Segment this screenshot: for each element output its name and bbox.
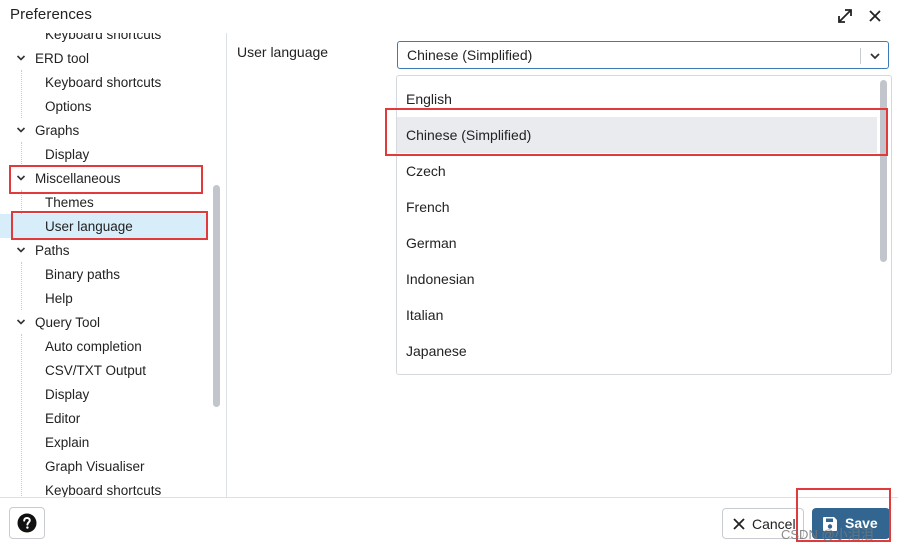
sidebar-item-label: Explain	[45, 434, 90, 450]
option-czech[interactable]: Czech	[397, 153, 877, 189]
sidebar-item-label: Paths	[35, 242, 70, 258]
close-icon	[733, 518, 745, 530]
sidebar-item-label: Miscellaneous	[35, 170, 121, 186]
chevron-down-icon[interactable]	[869, 50, 881, 62]
sidebar-scrollbar-thumb[interactable]	[213, 185, 220, 407]
sidebar-item-keyboard-shortcuts[interactable]: Keyboard shortcuts	[0, 478, 208, 498]
sidebar-item-help[interactable]: Help	[0, 286, 208, 310]
option-french[interactable]: French	[397, 189, 877, 225]
chevron-down-icon[interactable]	[16, 245, 26, 255]
sidebar-item-label: Help	[45, 290, 73, 306]
sidebar-item-label: User language	[45, 218, 133, 234]
option-english[interactable]: English	[397, 81, 877, 117]
sidebar-item-query-tool[interactable]: Query Tool	[0, 310, 208, 334]
sidebar-item-label: Graphs	[35, 122, 80, 138]
sidebar-item-auto-completion[interactable]: Auto completion	[0, 334, 208, 358]
sidebar-item-label: Query Tool	[35, 314, 101, 330]
sidebar-item-label: Editor	[45, 410, 81, 426]
sidebar-item-label: Themes	[45, 194, 94, 210]
option-italian[interactable]: Italian	[397, 297, 877, 333]
sidebar-item-editor[interactable]: Editor	[0, 406, 208, 430]
option-german[interactable]: German	[397, 225, 877, 261]
title-bar: Preferences	[0, 0, 898, 33]
sidebar-item-label: Keyboard shortcuts	[45, 74, 162, 90]
save-button[interactable]: Save	[812, 508, 890, 539]
sidebar-item-label: Options	[45, 98, 92, 114]
dialog-title: Preferences	[10, 6, 92, 23]
close-icon	[869, 10, 881, 22]
cancel-label: Cancel	[752, 516, 796, 532]
option-chinese-simplified[interactable]: Chinese (Simplified)	[397, 117, 877, 153]
sidebar-item-binary-paths[interactable]: Binary paths	[0, 262, 208, 286]
preferences-content: User language Chinese (Simplified) Engli…	[227, 33, 898, 497]
language-dropdown-menu: English Chinese (Simplified) Czech French Ge…	[396, 75, 892, 375]
sidebar-item-graphs[interactable]: Graphs	[0, 118, 208, 142]
sidebar-item-miscellaneous[interactable]: Miscellaneous	[0, 166, 208, 190]
save-label: Save	[845, 515, 878, 531]
sidebar-item-options[interactable]: Options	[0, 94, 208, 118]
sidebar-item-user-language[interactable]: User language	[0, 214, 208, 238]
sidebar-item-label: Keyboard shortcuts	[45, 33, 162, 42]
option-japanese[interactable]: Japanese	[397, 333, 877, 369]
sidebar-item-keyboard-shortcuts[interactable]: Keyboard shortcuts	[0, 33, 208, 46]
floppy-disk-icon	[823, 517, 837, 531]
cancel-button[interactable]: Cancel	[722, 508, 804, 539]
user-language-label: User language	[237, 44, 329, 60]
sidebar-item-keyboard-shortcuts[interactable]: Keyboard shortcuts	[0, 70, 208, 94]
sidebar-item-paths[interactable]: Paths	[0, 238, 208, 262]
sidebar-item-label: ERD tool	[35, 50, 90, 66]
select-value: Chinese (Simplified)	[407, 47, 533, 63]
sidebar-item-csv-txt-output[interactable]: CSV/TXT Output	[0, 358, 208, 382]
expand-icon	[838, 9, 852, 23]
sidebar-item-label: Display	[45, 146, 90, 162]
preferences-tree: Keyboard shortcuts ERD tool Keyboard short…	[0, 33, 227, 497]
sidebar-item-graph-visualiser[interactable]: Graph Visualiser	[0, 454, 208, 478]
sidebar-item-themes[interactable]: Themes	[0, 190, 208, 214]
sidebar-item-display[interactable]: Display	[0, 142, 208, 166]
chevron-down-icon[interactable]	[16, 173, 26, 183]
close-button[interactable]	[864, 5, 886, 27]
dialog-footer: Cancel Save	[0, 497, 898, 550]
sidebar-item-label: Auto completion	[45, 338, 142, 354]
chevron-down-icon[interactable]	[16, 317, 26, 327]
select-separator	[860, 48, 861, 64]
chevron-down-icon[interactable]	[16, 53, 26, 63]
cancel-button-content: Cancel	[723, 509, 803, 538]
chevron-down-icon[interactable]	[16, 125, 26, 135]
sidebar-item-erd-tool[interactable]: ERD tool	[0, 46, 208, 70]
sidebar-item-label: Binary paths	[45, 266, 121, 282]
sidebar-item-explain[interactable]: Explain	[0, 430, 208, 454]
maximize-button[interactable]	[834, 5, 856, 27]
save-button-content: Save	[812, 508, 890, 539]
option-indonesian[interactable]: Indonesian	[397, 261, 877, 297]
help-button[interactable]	[9, 507, 45, 539]
help-icon	[17, 513, 37, 533]
user-language-select[interactable]: Chinese (Simplified)	[397, 41, 889, 69]
dropdown-scrollbar-thumb[interactable]	[880, 80, 887, 262]
sidebar-item-label: CSV/TXT Output	[45, 362, 147, 378]
sidebar-item-display[interactable]: Display	[0, 382, 208, 406]
sidebar-item-label: Graph Visualiser	[45, 458, 145, 474]
sidebar-item-label: Keyboard shortcuts	[45, 482, 162, 498]
sidebar-item-label: Display	[45, 386, 90, 402]
